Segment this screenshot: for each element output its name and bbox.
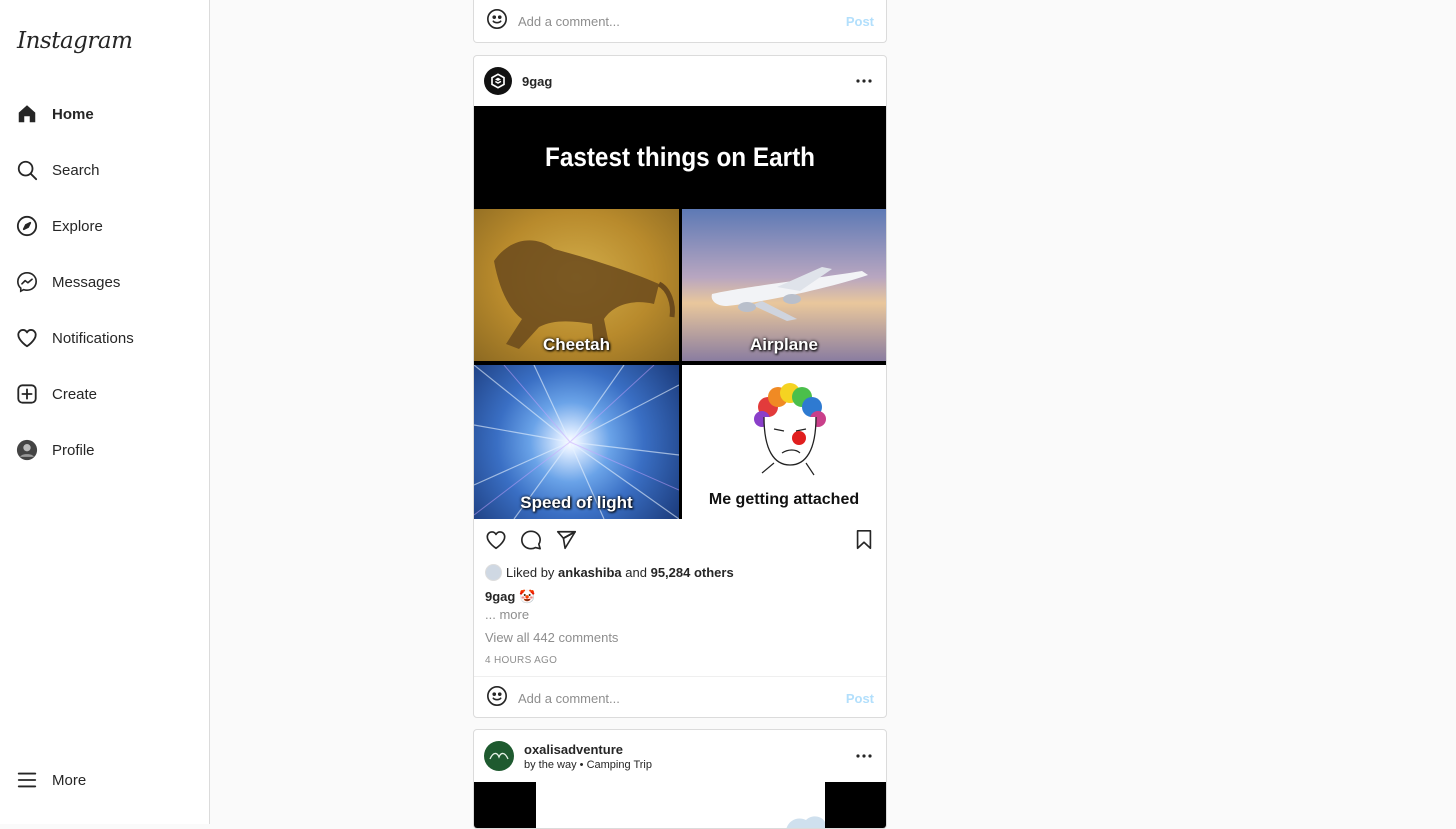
share-paper-plane-icon[interactable] [554,528,578,552]
comment-bar: Add a comment... Post [474,677,886,717]
emoji-icon[interactable] [486,8,508,35]
previous-post-footer: Add a comment... Post [473,0,887,43]
sidebar-item-home[interactable]: Home [16,99,94,129]
meme-tile-airplane: Airplane [682,209,886,361]
sidebar-item-label: Explore [52,217,103,235]
meme-tile-caption: Airplane [749,335,819,354]
caption-more-link[interactable]: ... more [474,605,886,622]
post-actions [474,519,886,561]
liked-by-user[interactable]: ankashiba [558,565,622,580]
sidebar: Instagram Home Search Explore Messages N… [0,0,210,824]
sidebar-item-more[interactable]: More [16,765,86,795]
post-username[interactable]: oxalisadventure [524,742,652,757]
meme-tile-attached: Me getting attached [682,365,886,519]
view-all-comments-link[interactable]: View all 442 comments [474,622,886,645]
post-timestamp: 4 HOURS AGO [485,655,558,666]
meme-tile-caption: Me getting attached [708,491,860,508]
post-image[interactable]: Fastest things on Earth Cheetah Airplane [474,106,886,519]
likes-count[interactable]: 95,284 others [651,565,734,580]
post-header: oxalisadventure by the way • Camping Tri… [474,730,886,782]
post-username[interactable]: 9gag [522,74,552,89]
subline-separator: • [579,758,584,771]
sidebar-item-label: Home [52,105,94,123]
meme-title: Fastest things on Earth [544,142,816,172]
sidebar-item-messages[interactable]: Messages [16,267,120,297]
sidebar-item-label: Create [52,385,98,403]
more-options-icon[interactable] [852,69,876,93]
plus-square-icon [16,383,38,405]
meme-tile-cheetah: Cheetah [474,209,679,361]
sidebar-item-label: Notifications [52,329,134,347]
avatar[interactable] [484,741,514,771]
subline-prefix[interactable]: by the way [524,759,577,771]
instagram-logo[interactable]: Instagram [17,28,133,54]
post-comment-button[interactable]: Post [846,14,874,29]
sidebar-item-label: Search [52,161,100,179]
next-post-header-text: oxalisadventure by the way • Camping Tri… [524,742,652,771]
sidebar-item-profile[interactable]: Profile [16,435,95,465]
cloud-illustration [786,816,825,828]
comment-input[interactable]: Add a comment... [518,14,846,29]
sidebar-item-label: More [52,771,87,789]
sidebar-item-label: Profile [52,441,95,459]
comment-bubble-icon[interactable] [519,528,543,552]
subline-location[interactable]: Camping Trip [587,759,652,771]
compass-icon [16,215,38,237]
emoji-icon[interactable] [486,685,508,712]
post-card: 9gag Fastest things on Earth Cheetah Air… [473,55,887,718]
heart-icon [16,327,38,349]
caption: 9gag 🤡 [474,583,886,605]
menu-icon [16,769,38,791]
liked-by-prefix: Liked by [506,564,555,580]
messenger-icon [16,271,38,293]
avatar[interactable] [484,67,512,95]
post-comment-button[interactable]: Post [846,691,874,706]
sidebar-item-notifications[interactable]: Notifications [16,323,134,353]
avatar [16,439,38,461]
sidebar-item-create[interactable]: Create [16,379,97,409]
meme-tile-speed-of-light: Speed of light [474,365,679,519]
liked-and: and [625,564,647,580]
sidebar-item-search[interactable]: Search [16,155,100,185]
search-icon [16,159,38,181]
post-header: 9gag [474,56,886,106]
next-post-card: oxalisadventure by the way • Camping Tri… [473,729,887,829]
home-icon [16,103,38,125]
save-bookmark-icon[interactable] [852,528,876,552]
caption-username[interactable]: 9gag [485,589,515,604]
more-options-icon[interactable] [852,744,876,768]
image-content [536,782,825,828]
sidebar-item-explore[interactable]: Explore [16,211,103,241]
meme-tile-caption: Cheetah [542,335,611,354]
comment-input[interactable]: Add a comment... [518,691,846,706]
liker-avatar[interactable] [485,563,502,581]
sidebar-item-label: Messages [52,273,121,291]
likes-line: Liked by ankashiba and 95,284 others [474,561,886,583]
caption-emoji: 🤡 [518,589,536,604]
post-image[interactable] [474,782,886,828]
like-heart-icon[interactable] [484,528,508,552]
post-subline: by the way • Camping Trip [524,759,652,771]
meme-tile-caption: Speed of light [520,493,633,512]
